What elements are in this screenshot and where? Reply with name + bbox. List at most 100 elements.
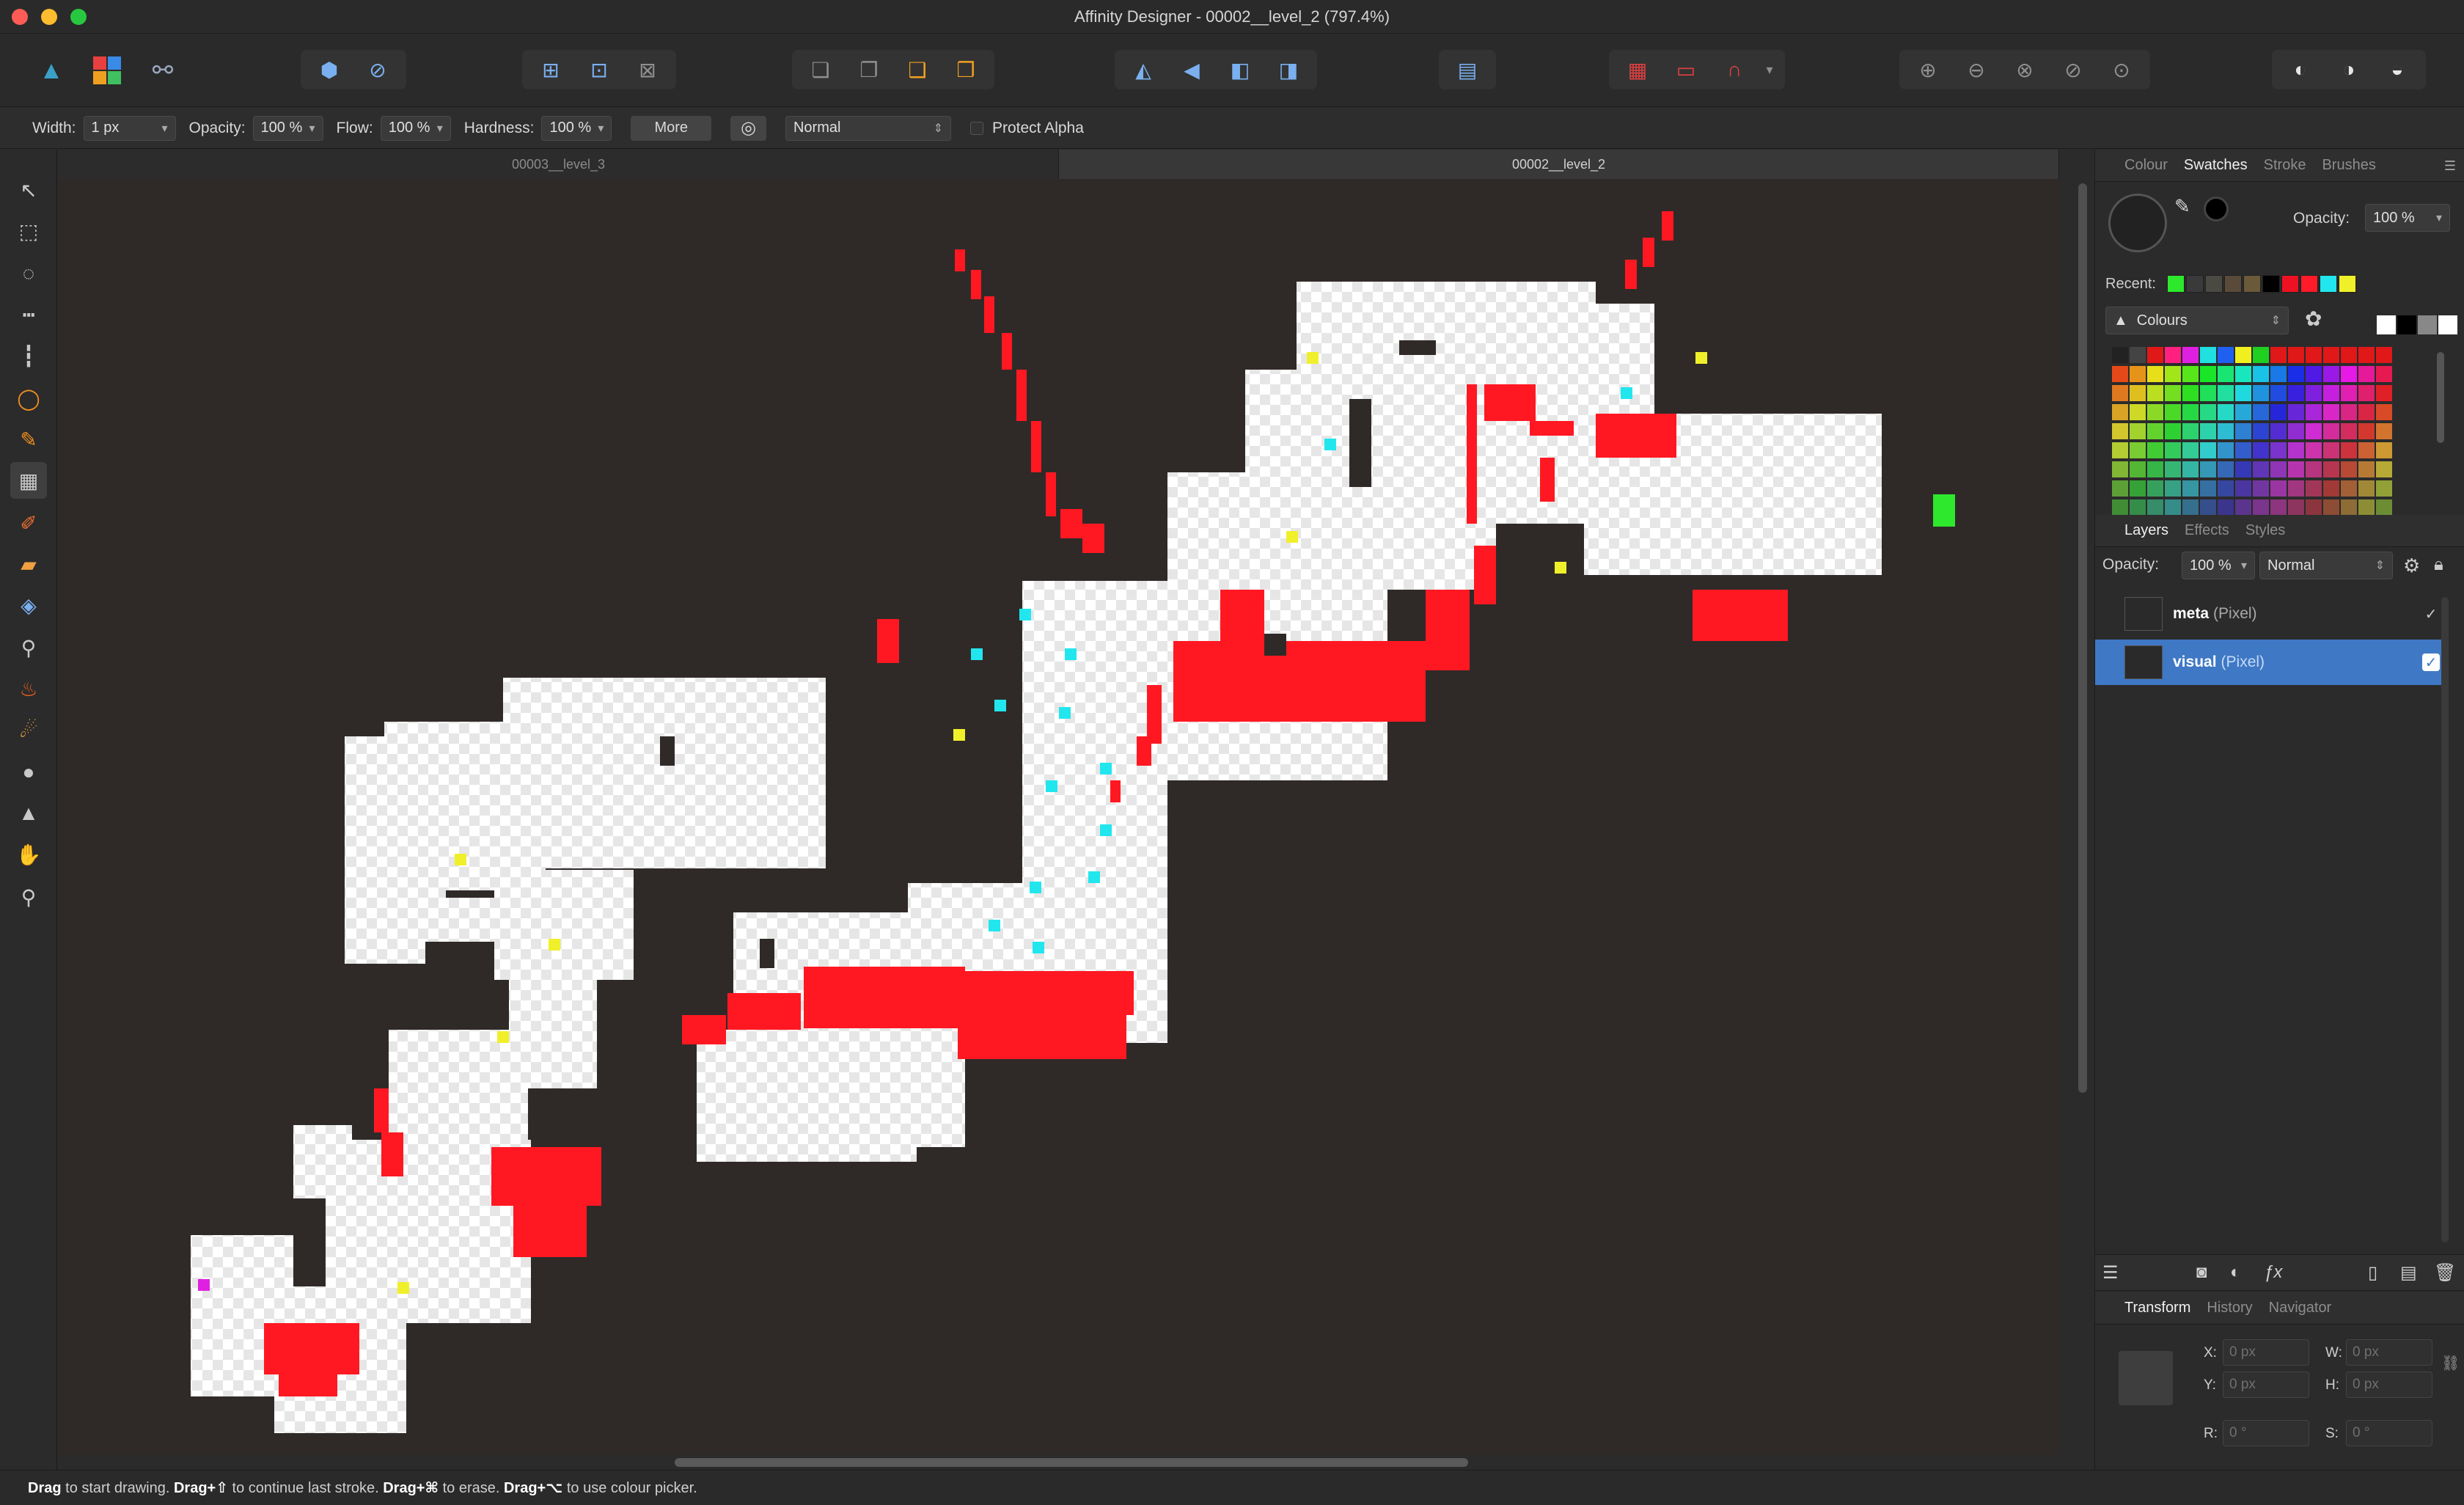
link-icon[interactable]: ⛓ bbox=[2441, 1354, 2460, 1372]
palette-swatch[interactable] bbox=[2270, 365, 2287, 383]
intersect-boolean-icon[interactable]: ⊗ bbox=[2003, 54, 2046, 86]
recent-swatch[interactable] bbox=[2320, 275, 2337, 293]
lasso-icon[interactable]: ◯ bbox=[10, 380, 47, 417]
layer-visibility-checkbox[interactable]: ✓ bbox=[2422, 653, 2440, 671]
blend-mode-select[interactable]: Normal ⇕ bbox=[785, 115, 951, 141]
rectangular-marquee-icon[interactable]: ⬚ bbox=[10, 213, 47, 249]
palette-swatch[interactable] bbox=[2217, 346, 2234, 364]
adjustment-icon[interactable]: ◐ bbox=[2230, 1262, 2241, 1283]
recent-swatch[interactable] bbox=[2339, 275, 2356, 293]
palette-swatch[interactable] bbox=[2199, 422, 2217, 440]
palette-swatch[interactable] bbox=[2287, 422, 2305, 440]
palette-swatch[interactable] bbox=[2164, 499, 2182, 516]
palette-swatch[interactable] bbox=[2146, 422, 2164, 440]
palette-swatch[interactable] bbox=[2199, 403, 2217, 421]
sharpen-brush-icon[interactable]: ▲ bbox=[10, 795, 47, 832]
palette-swatch[interactable] bbox=[2358, 461, 2375, 478]
hardness-field[interactable]: 100 % ▾ bbox=[541, 115, 612, 141]
smudge-brush-icon[interactable]: ☄ bbox=[10, 711, 47, 748]
palette-swatch[interactable] bbox=[2234, 346, 2252, 364]
palette-swatch[interactable] bbox=[2111, 365, 2129, 383]
view-quality-icon[interactable]: ⊘ bbox=[356, 54, 399, 86]
move-forward-icon[interactable]: ❑ bbox=[896, 54, 939, 86]
insert-inside-icon[interactable]: ◒ bbox=[2376, 54, 2419, 86]
palette-swatch[interactable] bbox=[2252, 403, 2270, 421]
palette-swatch[interactable] bbox=[2146, 499, 2164, 516]
palette-swatch[interactable] bbox=[2164, 480, 2182, 497]
pixel-persona-icon[interactable] bbox=[85, 51, 129, 89]
layer-opacity-field[interactable]: 100 % ▾ bbox=[2182, 552, 2255, 579]
palette-swatch[interactable] bbox=[2252, 422, 2270, 440]
colour-picker-icon[interactable]: ✎ bbox=[2174, 195, 2190, 218]
palette-swatch[interactable] bbox=[2182, 499, 2199, 516]
palette-swatch[interactable] bbox=[2322, 403, 2340, 421]
palette-swatch[interactable] bbox=[2146, 384, 2164, 402]
w-field[interactable]: 0 px bbox=[2346, 1339, 2432, 1366]
palette-swatch[interactable] bbox=[2182, 346, 2199, 364]
layer-row-meta[interactable]: meta (Pixel) ✓ bbox=[2095, 591, 2447, 637]
panel-menu-icon[interactable]: ☰ bbox=[2444, 158, 2456, 174]
palette-swatch[interactable] bbox=[2305, 403, 2322, 421]
palette-swatch[interactable] bbox=[2340, 461, 2358, 478]
palette-swatch[interactable] bbox=[2199, 480, 2217, 497]
tab-transform[interactable]: Transform bbox=[2124, 1300, 2190, 1317]
palette-swatch[interactable] bbox=[2252, 442, 2270, 459]
palette-swatch[interactable] bbox=[2146, 403, 2164, 421]
tab-00002-level-2[interactable]: 00002__level_2 bbox=[1059, 150, 2059, 179]
recent-swatch[interactable] bbox=[2224, 275, 2242, 293]
palette-swatch[interactable] bbox=[2322, 461, 2340, 478]
align-icon[interactable]: ▤ bbox=[1446, 54, 1489, 86]
swatch-opacity-field[interactable]: 100 % ▾ bbox=[2365, 204, 2450, 232]
tab-swatches[interactable]: Swatches bbox=[2184, 157, 2248, 174]
palette-swatch[interactable] bbox=[2340, 365, 2358, 383]
palette-swatch[interactable] bbox=[2358, 346, 2375, 364]
zoom-tool-icon[interactable]: ⚲ bbox=[10, 879, 47, 915]
tab-styles[interactable]: Styles bbox=[2245, 522, 2285, 539]
palette-swatch[interactable] bbox=[2358, 442, 2375, 459]
flow-field[interactable]: 100 % ▾ bbox=[380, 115, 451, 141]
palette-swatch[interactable] bbox=[2164, 442, 2182, 459]
palette-select[interactable]: ▲ Colours ⇕ bbox=[2105, 307, 2289, 334]
layer-settings-icon[interactable]: ⚙ bbox=[2403, 554, 2420, 577]
palette-swatch[interactable] bbox=[2164, 403, 2182, 421]
palette-swatch[interactable] bbox=[2305, 442, 2322, 459]
palette-swatch[interactable] bbox=[2305, 480, 2322, 497]
fill-colour-well[interactable] bbox=[2108, 194, 2167, 252]
elliptical-marquee-icon[interactable]: ◌ bbox=[10, 255, 47, 292]
add-pixel-layer-icon[interactable]: ▤ bbox=[2400, 1262, 2417, 1284]
palette-swatch[interactable] bbox=[2340, 384, 2358, 402]
palette-swatch[interactable] bbox=[2322, 422, 2340, 440]
selection-brush-icon[interactable]: ✎ bbox=[10, 421, 47, 458]
palette-swatch[interactable] bbox=[2129, 365, 2146, 383]
flip-horizontal-icon[interactable]: ◭ bbox=[1122, 54, 1165, 86]
palette-swatch[interactable] bbox=[2199, 384, 2217, 402]
palette-swatch[interactable] bbox=[2340, 346, 2358, 364]
recent-swatch[interactable] bbox=[2243, 275, 2261, 293]
palette-swatch[interactable] bbox=[2182, 422, 2199, 440]
palette-scrollbar[interactable] bbox=[2437, 352, 2444, 443]
palette-swatch[interactable] bbox=[2199, 365, 2217, 383]
palette-swatch[interactable] bbox=[2322, 442, 2340, 459]
grey-swatch[interactable] bbox=[2418, 315, 2437, 334]
flood-fill-icon[interactable]: ◈ bbox=[10, 587, 47, 623]
palette-swatch[interactable] bbox=[2182, 384, 2199, 402]
divide-boolean-icon[interactable]: ⊙ bbox=[2100, 54, 2143, 86]
palette-swatch[interactable] bbox=[2129, 461, 2146, 478]
layers-stack-icon[interactable]: ☰ bbox=[2102, 1262, 2119, 1284]
palette-swatch[interactable] bbox=[2217, 499, 2234, 516]
insert-behind-icon[interactable]: ◐ bbox=[2279, 54, 2322, 86]
tab-effects[interactable]: Effects bbox=[2185, 522, 2229, 539]
rotate-left-icon[interactable]: ◧ bbox=[1219, 54, 1261, 86]
hand-tool-icon[interactable]: ✋ bbox=[10, 836, 47, 873]
blur-brush-icon[interactable]: ● bbox=[10, 754, 47, 791]
erase-brush-icon[interactable]: ▰ bbox=[10, 546, 47, 582]
move-tool-icon[interactable]: ↖ bbox=[10, 172, 47, 208]
palette-swatch[interactable] bbox=[2270, 422, 2287, 440]
xor-boolean-icon[interactable]: ⊘ bbox=[2052, 54, 2094, 86]
fx-icon[interactable]: ƒx bbox=[2264, 1262, 2282, 1283]
palette-swatch[interactable] bbox=[2234, 365, 2252, 383]
snapping-magnet-icon[interactable]: ∩ bbox=[1713, 54, 1756, 86]
palette-swatch[interactable] bbox=[2111, 461, 2129, 478]
palette-swatch[interactable] bbox=[2270, 461, 2287, 478]
palette-swatch[interactable] bbox=[2182, 461, 2199, 478]
